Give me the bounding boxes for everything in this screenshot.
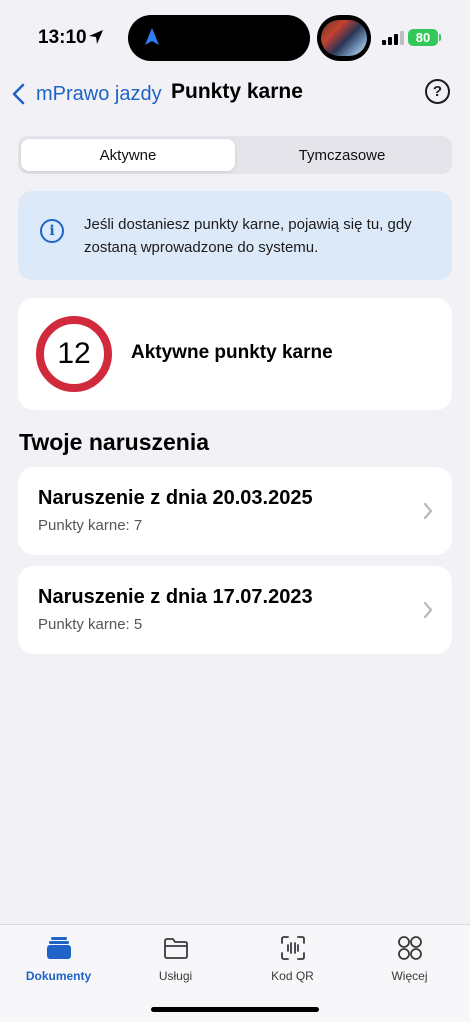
back-button-label: mPrawo jazdy (36, 82, 162, 105)
violation-title: Naruszenie z dnia 20.03.2025 (38, 487, 313, 509)
qr-scan-icon (280, 936, 305, 960)
tab-kod-qr[interactable]: Kod QR (234, 933, 351, 989)
help-button[interactable]: ? (425, 79, 450, 104)
live-activity-thumbnail (317, 15, 371, 61)
chevron-left-icon (12, 83, 25, 105)
violations-heading: Twoje naruszenia (19, 429, 210, 455)
chevron-right-icon (423, 601, 433, 619)
folder-icon (163, 938, 188, 959)
battery-tip (439, 34, 441, 41)
info-text: Jeśli dostaniesz punkty karne, pojawią s… (84, 216, 412, 256)
home-indicator[interactable] (151, 1007, 319, 1012)
tab-label: Kod QR (271, 969, 314, 983)
screen: 13:10 80 mPrawo jazdy Punkty karne ? Akt… (0, 0, 470, 1022)
navigation-bar: mPrawo jazdy Punkty karne ? (0, 76, 470, 112)
tab-label: Usługi (158, 969, 193, 983)
navigation-icon (145, 28, 159, 45)
tab-label: Dokumenty (25, 969, 92, 983)
info-icon: i (40, 219, 64, 243)
cellular-signal-icon (382, 31, 404, 45)
active-points-card: 12 Aktywne punkty karne (18, 298, 452, 410)
status-bar: 13:10 80 (0, 0, 470, 76)
status-time: 13:10 (38, 27, 87, 48)
battery-indicator: 80 (408, 29, 438, 46)
tab-dokumenty[interactable]: Dokumenty (0, 933, 117, 989)
dynamic-island (128, 15, 310, 61)
chevron-right-icon (423, 502, 433, 520)
media-thumbnail (321, 20, 367, 56)
tab-aktywne[interactable]: Aktywne (21, 139, 235, 171)
more-grid-icon (397, 936, 422, 960)
back-button[interactable]: mPrawo jazdy (10, 79, 162, 109)
segmented-control: Aktywne Tymczasowe (18, 136, 452, 174)
active-points-label: Aktywne punkty karne (131, 342, 333, 363)
page-title: Punkty karne (171, 80, 303, 103)
violation-points: Punkty karne: 5 (38, 616, 143, 633)
violation-title: Naruszenie z dnia 17.07.2023 (38, 586, 313, 608)
tab-uslugi[interactable]: Usługi (117, 933, 234, 989)
documents-icon (46, 937, 71, 959)
tab-tymczasowe[interactable]: Tymczasowe (235, 139, 449, 171)
violation-item[interactable]: Naruszenie z dnia 17.07.2023 Punkty karn… (18, 566, 452, 654)
violation-item[interactable]: Naruszenie z dnia 20.03.2025 Punkty karn… (18, 467, 452, 555)
tab-wiecej[interactable]: Więcej (351, 933, 468, 989)
violation-points: Punkty karne: 7 (38, 517, 143, 534)
tab-label: Więcej (391, 969, 428, 983)
points-badge: 12 (36, 316, 112, 392)
info-banner: i Jeśli dostaniesz punkty karne, pojawią… (18, 191, 452, 280)
location-arrow-icon (89, 30, 103, 44)
